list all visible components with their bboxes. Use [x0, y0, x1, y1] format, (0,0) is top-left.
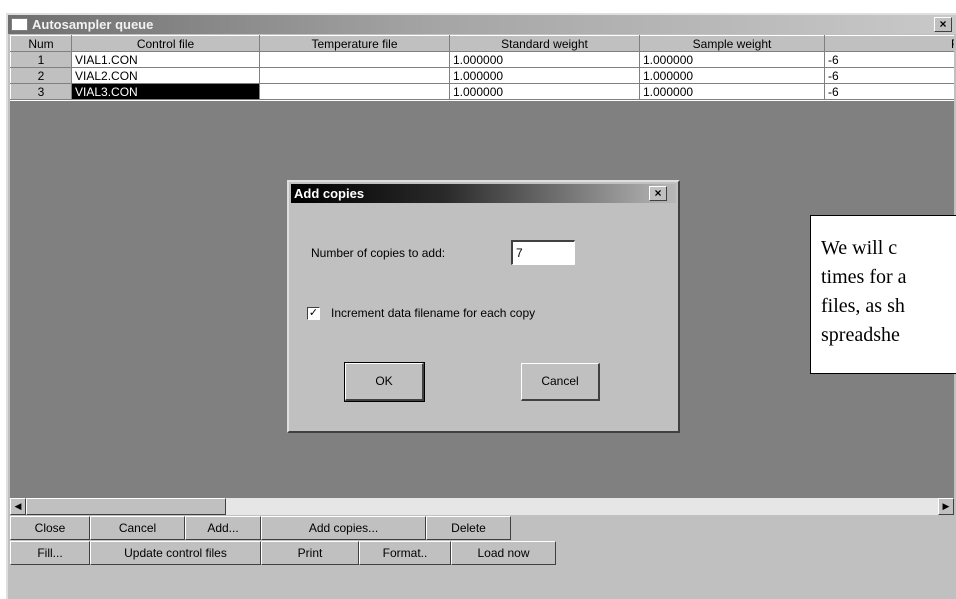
window-title: Autosampler queue	[32, 17, 154, 32]
dialog-cancel-button[interactable]: Cancel	[521, 363, 600, 401]
callout-line: We will c	[821, 237, 898, 259]
column-header-control-file[interactable]: Control file	[71, 35, 260, 52]
copies-input[interactable]	[511, 240, 575, 265]
instruction-callout: We will c times for a files, as sh sprea…	[810, 215, 956, 374]
grid-empty-area	[10, 101, 954, 171]
update-control-files-button[interactable]: Update control files	[90, 541, 261, 565]
ok-button[interactable]: OK	[344, 362, 425, 402]
close-icon[interactable]: ×	[649, 186, 667, 201]
row-number[interactable]: 2	[10, 67, 72, 84]
horizontal-scrollbar[interactable]: ◀ ▶	[10, 498, 954, 515]
close-icon[interactable]: ×	[934, 17, 952, 32]
row-number[interactable]: 1	[10, 51, 72, 68]
cell-standard-weight[interactable]: 1.000000	[449, 51, 640, 68]
cell-sample-weight[interactable]: 1.000000	[639, 83, 825, 100]
table-row[interactable]: 3 VIAL3.CON 1.000000 1.000000 -6	[10, 83, 954, 100]
column-header-recalib[interactable]: Recalib. le	[824, 35, 954, 52]
format-button[interactable]: Format..	[359, 541, 451, 565]
cell-sample-weight[interactable]: 1.000000	[639, 51, 825, 68]
cell-recalib[interactable]: -6	[824, 67, 954, 84]
add-copies-button[interactable]: Add copies...	[261, 516, 426, 540]
cell-recalib[interactable]: -6	[824, 83, 954, 100]
grid-header-row: Num Control file Temperature file Standa…	[10, 35, 954, 52]
cell-standard-weight[interactable]: 1.000000	[449, 83, 640, 100]
add-button[interactable]: Add...	[185, 516, 261, 540]
column-header-num[interactable]: Num	[10, 35, 72, 52]
arrow-right-icon[interactable]: ▶	[938, 498, 954, 515]
cell-control-file[interactable]: VIAL1.CON	[71, 51, 260, 68]
table-row[interactable]: 1 VIAL1.CON 1.000000 1.000000 -6	[10, 51, 954, 68]
cell-control-file-selected[interactable]: VIAL3.CON	[71, 83, 260, 100]
cell-temperature-file[interactable]	[259, 67, 450, 84]
cell-standard-weight[interactable]: 1.000000	[449, 67, 640, 84]
increment-filename-label[interactable]: Increment data filename for each copy	[331, 306, 535, 320]
fill-button[interactable]: Fill...	[10, 541, 90, 565]
column-header-temperature-file[interactable]: Temperature file	[259, 35, 450, 52]
callout-line: times for a	[821, 266, 907, 288]
delete-button[interactable]: Delete	[426, 516, 511, 540]
cell-sample-weight[interactable]: 1.000000	[639, 67, 825, 84]
cell-control-file[interactable]: VIAL2.CON	[71, 67, 260, 84]
close-button[interactable]: Close	[10, 516, 90, 540]
column-header-standard-weight[interactable]: Standard weight	[449, 35, 640, 52]
callout-line: spreadshe	[821, 324, 900, 346]
queue-grid[interactable]: Num Control file Temperature file Standa…	[10, 35, 954, 171]
checkmark-icon: ✓	[308, 307, 319, 319]
table-row[interactable]: 2 VIAL2.CON 1.000000 1.000000 -6	[10, 67, 954, 84]
cancel-button[interactable]: Cancel	[90, 516, 185, 540]
window-icon	[11, 18, 28, 31]
column-header-sample-weight[interactable]: Sample weight	[639, 35, 825, 52]
arrow-left-icon[interactable]: ◀	[10, 498, 26, 515]
cell-recalib[interactable]: -6	[824, 51, 954, 68]
load-now-button[interactable]: Load now	[451, 541, 556, 565]
callout-line: files, as sh	[821, 295, 905, 317]
row-number[interactable]: 3	[10, 83, 72, 100]
cell-temperature-file[interactable]	[259, 83, 450, 100]
scroll-thumb[interactable]	[26, 498, 226, 515]
print-button[interactable]: Print	[261, 541, 359, 565]
add-copies-dialog: Add copies × Number of copies to add: ✓ …	[287, 180, 680, 433]
cell-temperature-file[interactable]	[259, 51, 450, 68]
dialog-title[interactable]: Add copies	[291, 184, 676, 203]
copies-label: Number of copies to add:	[311, 246, 446, 260]
increment-filename-checkbox[interactable]: ✓	[307, 307, 320, 320]
window-titlebar[interactable]: Autosampler queue	[8, 15, 956, 34]
